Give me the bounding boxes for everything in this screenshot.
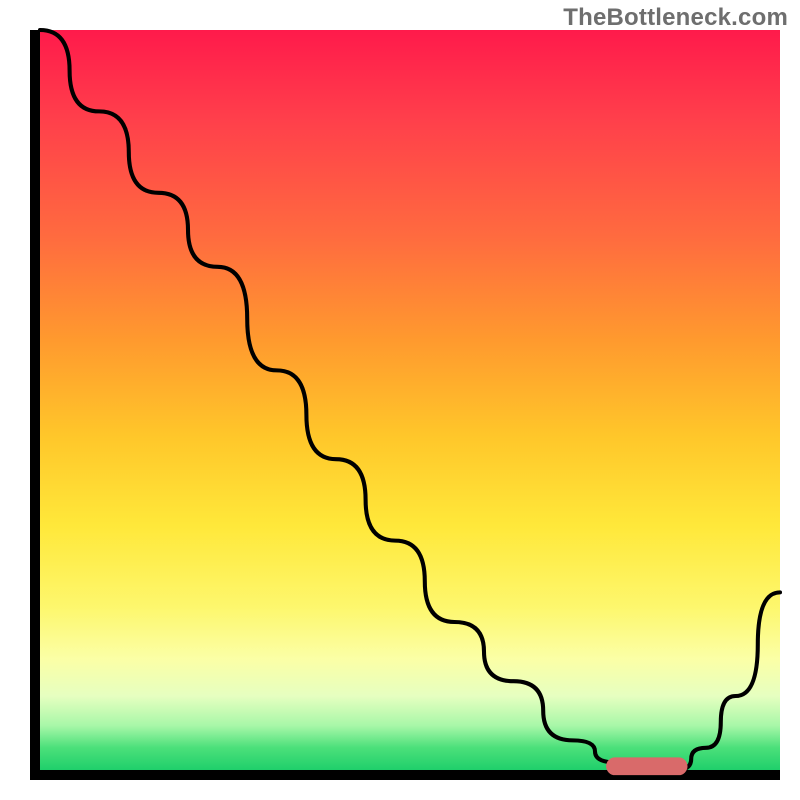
plot-area: [30, 30, 780, 780]
chart-container: TheBottleneck.com: [0, 0, 800, 800]
bottleneck-curve-line: [40, 30, 780, 770]
chart-svg: [40, 30, 780, 770]
optimum-marker: [610, 761, 684, 771]
watermark-text: TheBottleneck.com: [563, 4, 788, 32]
